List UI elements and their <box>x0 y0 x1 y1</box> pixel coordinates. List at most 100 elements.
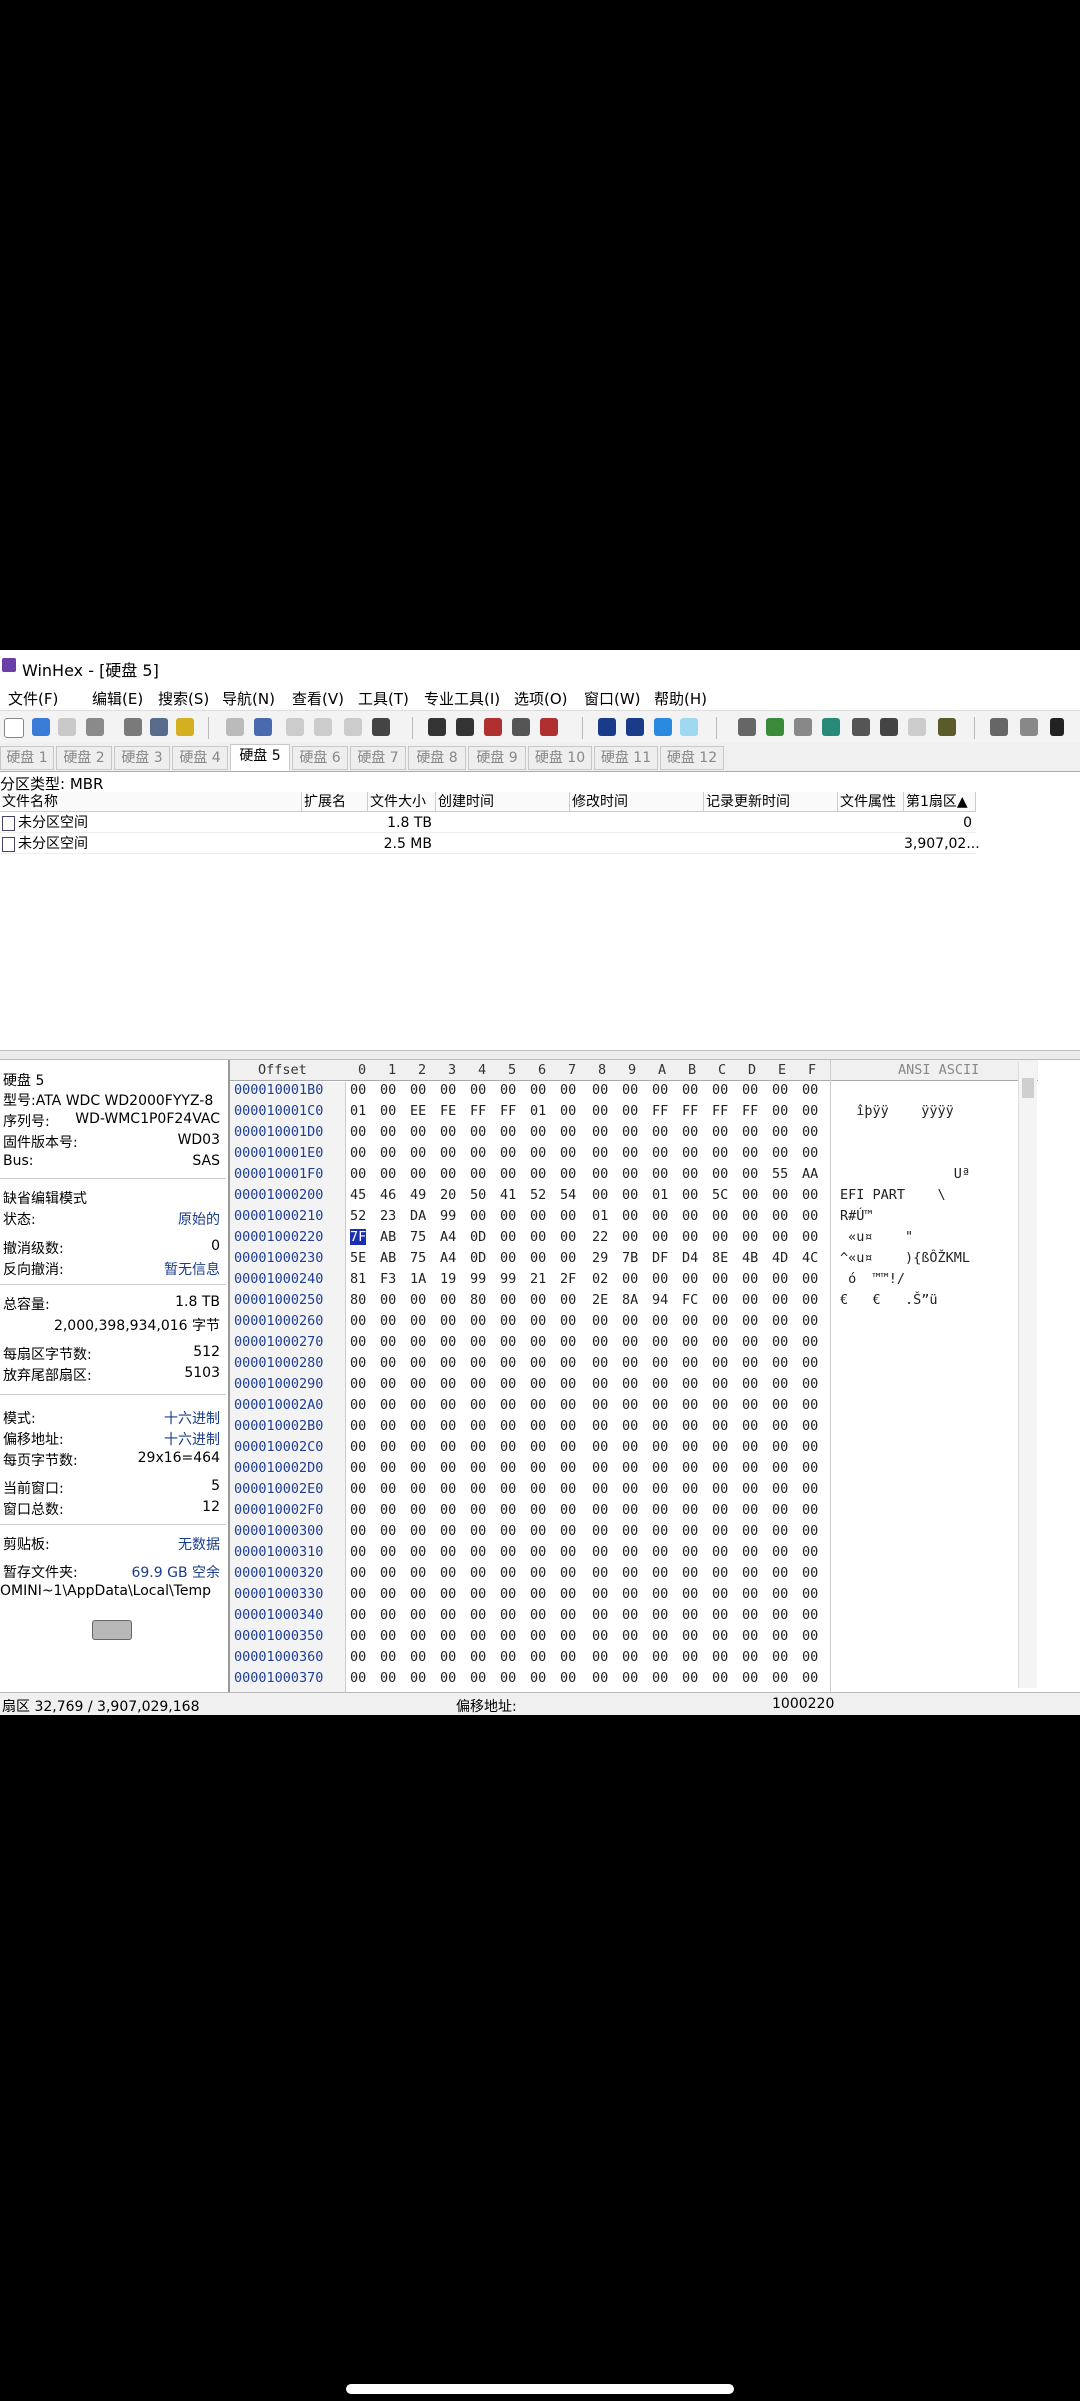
hex-byte[interactable]: 00 <box>652 1460 668 1476</box>
hex-byte[interactable]: 00 <box>592 1523 608 1539</box>
back-icon[interactable] <box>654 718 672 736</box>
col-filesize[interactable]: 文件大小 <box>368 792 436 812</box>
hex-byte[interactable]: 00 <box>772 1229 788 1245</box>
hex-byte[interactable]: 00 <box>682 1187 698 1203</box>
hex-byte[interactable]: 00 <box>712 1145 728 1161</box>
hex-byte[interactable]: 00 <box>380 1334 396 1350</box>
hex-byte[interactable]: 00 <box>712 1229 728 1245</box>
hex-byte[interactable]: 00 <box>530 1334 546 1350</box>
hex-byte[interactable]: 00 <box>772 1208 788 1224</box>
hex-byte[interactable]: 00 <box>772 1082 788 1098</box>
hex-byte[interactable]: 00 <box>652 1397 668 1413</box>
hex-byte[interactable]: AA <box>802 1166 818 1182</box>
hex-byte[interactable]: 00 <box>410 1544 426 1560</box>
hex-byte[interactable]: 00 <box>712 1586 728 1602</box>
hex-byte[interactable]: 00 <box>500 1082 516 1098</box>
hex-byte[interactable]: 0D <box>470 1250 486 1266</box>
hex-byte[interactable]: 00 <box>440 1145 456 1161</box>
hex-byte[interactable]: 49 <box>410 1187 426 1203</box>
hex-byte[interactable]: 00 <box>772 1355 788 1371</box>
hex-byte[interactable]: 00 <box>712 1439 728 1455</box>
hex-byte[interactable]: 00 <box>652 1502 668 1518</box>
tab-disk-4[interactable]: 硬盘 4 <box>172 746 228 770</box>
hex-byte[interactable]: 00 <box>622 1586 638 1602</box>
hex-row[interactable]: 000010002C0 00 00 00 00 00 00 00 00 00 00 00 00 00 00 0… <box>230 1439 1038 1460</box>
hex-byte[interactable]: 00 <box>470 1082 486 1098</box>
hex-byte[interactable]: 00 <box>530 1208 546 1224</box>
hex-byte[interactable]: FF <box>712 1103 728 1119</box>
replace-hex-icon[interactable] <box>540 718 558 736</box>
hex-byte[interactable]: 00 <box>560 1355 576 1371</box>
hex-byte[interactable]: 00 <box>410 1628 426 1644</box>
hex-byte[interactable]: 00 <box>802 1397 818 1413</box>
hex-byte[interactable]: 00 <box>652 1229 668 1245</box>
hex-byte[interactable]: 00 <box>802 1334 818 1350</box>
camera-icon[interactable] <box>880 718 898 736</box>
menu-navigate[interactable]: 导航(N) <box>222 688 275 709</box>
hex-byte[interactable]: 00 <box>500 1397 516 1413</box>
hex-byte[interactable]: 00 <box>622 1082 638 1098</box>
hex-byte[interactable]: 00 <box>652 1208 668 1224</box>
scrollbar-thumb[interactable] <box>1022 1078 1034 1098</box>
hex-byte[interactable]: 00 <box>350 1082 366 1098</box>
hex-byte[interactable]: 00 <box>592 1586 608 1602</box>
hex-byte[interactable]: 00 <box>772 1145 788 1161</box>
grid-icon[interactable] <box>990 718 1008 736</box>
hex-byte[interactable]: 00 <box>560 1607 576 1623</box>
hex-byte[interactable]: 01 <box>592 1208 608 1224</box>
hex-byte[interactable]: 00 <box>712 1544 728 1560</box>
hex-byte[interactable]: 00 <box>380 1418 396 1434</box>
hex-byte[interactable]: 00 <box>682 1313 698 1329</box>
hex-byte[interactable]: 00 <box>682 1082 698 1098</box>
col-modified[interactable]: 修改时间 <box>570 792 704 812</box>
hex-byte[interactable]: 80 <box>350 1292 366 1308</box>
hex-byte[interactable]: 00 <box>742 1334 758 1350</box>
hex-byte[interactable]: 00 <box>652 1586 668 1602</box>
hex-byte[interactable]: 00 <box>712 1565 728 1581</box>
hex-byte[interactable]: 00 <box>712 1523 728 1539</box>
hex-byte[interactable]: 00 <box>440 1292 456 1308</box>
hex-byte[interactable]: 00 <box>742 1607 758 1623</box>
hex-byte[interactable]: 00 <box>380 1439 396 1455</box>
hex-byte[interactable]: 00 <box>682 1439 698 1455</box>
hex-byte[interactable]: 00 <box>470 1208 486 1224</box>
hex-byte[interactable]: 50 <box>470 1187 486 1203</box>
hex-byte[interactable]: 0D <box>470 1229 486 1245</box>
hex-byte[interactable]: 00 <box>802 1565 818 1581</box>
hex-row[interactable]: 00001000370 00 00 00 00 00 00 00 00 00 00 00 00 00 00 0… <box>230 1670 1038 1691</box>
hex-byte[interactable]: 00 <box>350 1313 366 1329</box>
hex-byte[interactable]: 00 <box>742 1502 758 1518</box>
hex-byte[interactable]: 00 <box>470 1670 486 1686</box>
hex-byte[interactable]: 00 <box>560 1145 576 1161</box>
hex-byte[interactable]: 00 <box>380 1292 396 1308</box>
hex-byte[interactable]: 00 <box>742 1145 758 1161</box>
hex-byte[interactable]: 00 <box>530 1607 546 1623</box>
hex-byte[interactable]: 00 <box>682 1208 698 1224</box>
hex-byte[interactable]: 00 <box>742 1082 758 1098</box>
hex-byte[interactable]: 00 <box>802 1481 818 1497</box>
hex-byte[interactable]: 00 <box>712 1082 728 1098</box>
hex-row[interactable]: 000010001B0 00 00 00 00 00 00 00 00 00 00 00 00 00 00 0… <box>230 1082 1038 1103</box>
hex-byte[interactable]: 46 <box>380 1187 396 1203</box>
hex-byte[interactable]: 00 <box>772 1586 788 1602</box>
hex-byte[interactable]: 00 <box>500 1208 516 1224</box>
hex-byte[interactable]: 00 <box>682 1145 698 1161</box>
hex-row[interactable]: 00001000260 00 00 00 00 00 00 00 00 00 00 00 00 00 00 0… <box>230 1313 1038 1334</box>
hex-byte[interactable]: 00 <box>350 1502 366 1518</box>
hex-byte[interactable]: 00 <box>652 1418 668 1434</box>
hex-byte[interactable]: 00 <box>410 1355 426 1371</box>
hex-byte[interactable]: 00 <box>742 1313 758 1329</box>
hex-byte[interactable]: 00 <box>622 1187 638 1203</box>
hex-byte[interactable]: 00 <box>592 1397 608 1413</box>
hex-byte[interactable]: 00 <box>592 1355 608 1371</box>
hex-byte[interactable]: 00 <box>350 1523 366 1539</box>
hex-byte[interactable]: 81 <box>350 1271 366 1287</box>
hex-byte[interactable]: EE <box>410 1103 426 1119</box>
hex-byte[interactable]: 00 <box>802 1313 818 1329</box>
hex-byte[interactable]: 00 <box>380 1586 396 1602</box>
hex-byte[interactable]: 00 <box>380 1523 396 1539</box>
hex-byte[interactable]: 00 <box>742 1166 758 1182</box>
hex-byte[interactable]: 00 <box>500 1481 516 1497</box>
hex-byte[interactable]: 00 <box>530 1544 546 1560</box>
hex-byte[interactable]: 00 <box>712 1607 728 1623</box>
